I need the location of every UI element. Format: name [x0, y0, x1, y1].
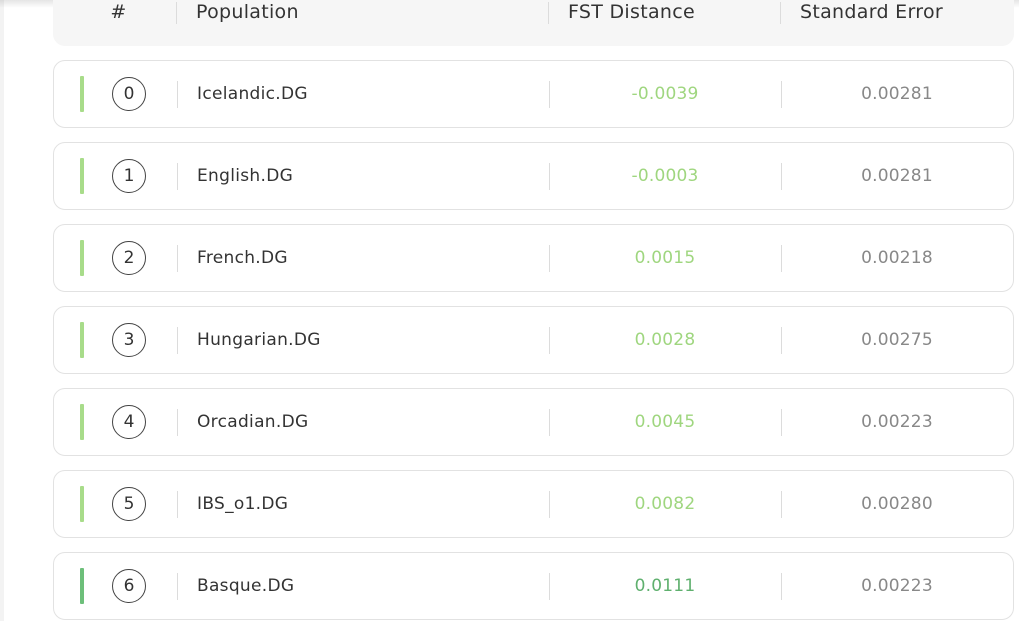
header-population-column: Population — [176, 0, 548, 24]
header-index[interactable]: # — [57, 0, 180, 24]
standard-error-value: 0.00275 — [861, 330, 933, 350]
standard-error-value: 0.00281 — [861, 84, 933, 104]
row-index-badge: 5 — [112, 487, 146, 521]
column-divider — [177, 163, 178, 190]
column-divider — [177, 327, 178, 354]
header-fst-distance[interactable]: FST Distance — [548, 0, 780, 24]
header-error-column: Standard Error — [780, 0, 1014, 24]
row-color-bar — [80, 158, 84, 194]
column-divider — [177, 573, 178, 600]
standard-error-value: 0.00223 — [861, 412, 933, 432]
column-divider — [177, 81, 178, 108]
row-color-bar — [80, 568, 84, 604]
population-name: IBS_o1.DG — [197, 494, 289, 514]
table-row[interactable]: 3 Hungarian.DG 0.0028 0.00275 — [53, 306, 1014, 374]
row-index-badge: 1 — [112, 159, 146, 193]
population-name: Hungarian.DG — [197, 330, 321, 350]
header-population[interactable]: Population — [176, 0, 548, 24]
column-divider — [548, 2, 549, 24]
row-color-bar — [80, 76, 84, 112]
population-name: Orcadian.DG — [197, 412, 309, 432]
fst-distance-value: 0.0111 — [634, 576, 696, 596]
row-index-badge: 0 — [112, 77, 146, 111]
fst-distance-value: -0.0039 — [631, 84, 699, 104]
population-name: English.DG — [197, 166, 294, 186]
left-rail — [0, 0, 4, 621]
table-row[interactable]: 0 Icelandic.DG -0.0039 0.00281 — [53, 60, 1014, 128]
column-divider — [177, 491, 178, 518]
row-color-bar — [80, 240, 84, 276]
table-header: # Population FST Distance Standard Error — [53, 0, 1014, 46]
fst-distance-value: 0.0028 — [634, 330, 696, 350]
row-index-badge: 4 — [112, 405, 146, 439]
row-index-badge: 6 — [112, 569, 146, 603]
fst-distance-value: 0.0015 — [634, 248, 696, 268]
population-name: French.DG — [197, 248, 288, 268]
row-color-bar — [80, 404, 84, 440]
header-fst-column: FST Distance — [548, 0, 780, 24]
column-divider — [176, 2, 177, 24]
table-row[interactable]: 2 French.DG 0.0015 0.00218 — [53, 224, 1014, 292]
row-color-bar — [80, 322, 84, 358]
fst-distance-value: -0.0003 — [631, 166, 699, 186]
row-index-badge: 2 — [112, 241, 146, 275]
fst-distance-value: 0.0082 — [634, 494, 696, 514]
population-name: Icelandic.DG — [197, 84, 308, 104]
row-index-badge: 3 — [112, 323, 146, 357]
table-row[interactable]: 5 IBS_o1.DG 0.0082 0.00280 — [53, 470, 1014, 538]
standard-error-value: 0.00281 — [861, 166, 933, 186]
column-divider — [780, 2, 781, 24]
population-name: Basque.DG — [197, 576, 295, 596]
header-index-column: # — [53, 0, 176, 24]
column-divider — [177, 245, 178, 272]
standard-error-value: 0.00223 — [861, 576, 933, 596]
table-row[interactable]: 6 Basque.DG 0.0111 0.00223 — [53, 552, 1014, 620]
table-row[interactable]: 4 Orcadian.DG 0.0045 0.00223 — [53, 388, 1014, 456]
fst-distance-value: 0.0045 — [634, 412, 696, 432]
column-divider — [177, 409, 178, 436]
fst-results-table: # Population FST Distance Standard Error… — [53, 0, 1014, 620]
table-row[interactable]: 1 English.DG -0.0003 0.00281 — [53, 142, 1014, 210]
standard-error-value: 0.00218 — [861, 248, 933, 268]
header-standard-error[interactable]: Standard Error — [780, 0, 1014, 24]
row-color-bar — [80, 486, 84, 522]
standard-error-value: 0.00280 — [861, 494, 933, 514]
